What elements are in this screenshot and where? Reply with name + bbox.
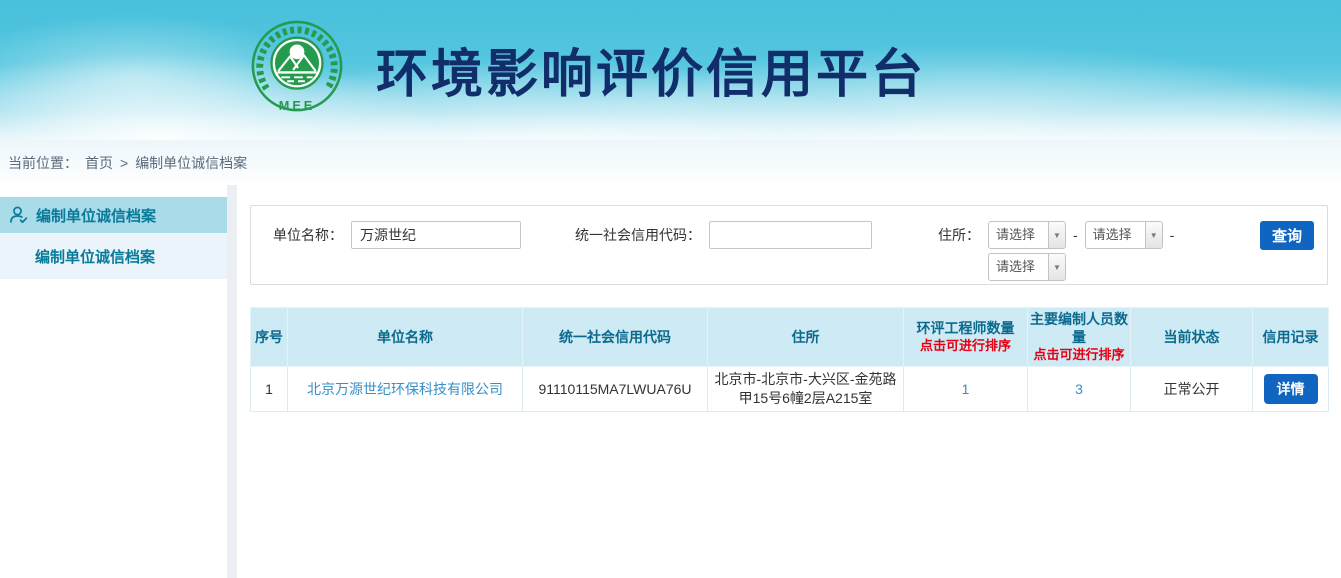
col-header-staff-count[interactable]: 主要编制人员数量 点击可进行排序 xyxy=(1028,308,1131,367)
cell-engineer-count: 1 xyxy=(904,367,1028,412)
page: MEE 环境影响评价信用平台 当前位置： 首页 > 编制单位诚信档案 编制单位诚… xyxy=(0,0,1341,578)
district-select[interactable]: 请选择 ▼ xyxy=(988,253,1066,281)
breadcrumb: 当前位置： 首页 > 编制单位诚信档案 xyxy=(0,140,1341,185)
sidebar-subitem-label: 编制单位诚信档案 xyxy=(35,246,155,267)
address-select-group: 请选择 ▼ - 请选择 ▼ - 请选择 xyxy=(988,221,1181,281)
col-header-index: 序号 xyxy=(251,308,288,367)
search-button[interactable]: 查询 xyxy=(1260,221,1314,250)
cell-index: 1 xyxy=(251,367,288,412)
breadcrumb-current: 编制单位诚信档案 xyxy=(135,153,247,173)
breadcrumb-separator-icon: > xyxy=(120,155,128,171)
site-header: MEE 环境影响评价信用平台 xyxy=(0,0,1341,140)
cell-credit-record: 详情 xyxy=(1253,367,1329,412)
sidebar: 编制单位诚信档案 编制单位诚信档案 xyxy=(0,185,227,578)
chevron-down-icon[interactable]: ▼ xyxy=(1145,222,1162,248)
city-select-value: 请选择 xyxy=(1086,222,1145,248)
cell-status: 正常公开 xyxy=(1131,367,1253,412)
sort-hint: 点击可进行排序 xyxy=(1030,347,1128,364)
sidebar-divider xyxy=(227,185,237,578)
breadcrumb-home-link[interactable]: 首页 xyxy=(85,153,113,173)
district-select-value: 请选择 xyxy=(989,254,1048,280)
col-header-status: 当前状态 xyxy=(1131,308,1253,367)
company-link[interactable]: 北京万源世纪环保科技有限公司 xyxy=(307,381,503,397)
mee-logo-text: MEE xyxy=(279,98,315,113)
breadcrumb-prefix: 当前位置： xyxy=(8,153,78,173)
cell-staff-count: 3 xyxy=(1028,367,1131,412)
col-header-company: 单位名称 xyxy=(288,308,523,367)
main-content: 单位名称： 统一社会信用代码： 住所： 请选择 ▼ xyxy=(237,185,1341,578)
detail-button[interactable]: 详情 xyxy=(1264,374,1318,404)
address-separator: - xyxy=(1170,221,1175,249)
col-header-engineer-count[interactable]: 环评工程师数量 点击可进行排序 xyxy=(904,308,1028,367)
results-table: 序号 单位名称 统一社会信用代码 住所 环评工程师数量 点击可进行排序 主要编制… xyxy=(250,307,1329,412)
engineer-count-link[interactable]: 1 xyxy=(962,381,970,397)
sort-hint: 点击可进行排序 xyxy=(906,338,1025,355)
sidebar-item-label: 编制单位诚信档案 xyxy=(36,205,156,226)
credit-code-input[interactable] xyxy=(709,221,872,249)
col-header-credit-code: 统一社会信用代码 xyxy=(523,308,708,367)
col-header-staff-count-label: 主要编制人员数量 xyxy=(1030,311,1128,345)
user-check-icon xyxy=(8,205,29,226)
chevron-down-icon[interactable]: ▼ xyxy=(1048,222,1065,248)
province-select-value: 请选择 xyxy=(989,222,1048,248)
col-header-credit-record: 信用记录 xyxy=(1253,308,1329,367)
page-title: 环境影响评价信用平台 xyxy=(376,32,926,107)
address-separator: - xyxy=(1073,221,1078,249)
sidebar-item-unit-credit-archive[interactable]: 编制单位诚信档案 xyxy=(0,197,227,233)
chevron-down-icon[interactable]: ▼ xyxy=(1048,254,1065,280)
table-row: 1 北京万源世纪环保科技有限公司 91110115MA7LWUA76U 北京市-… xyxy=(251,367,1329,412)
city-select[interactable]: 请选择 ▼ xyxy=(1085,221,1163,249)
cell-credit-code: 91110115MA7LWUA76U xyxy=(523,367,708,412)
col-header-engineer-count-label: 环评工程师数量 xyxy=(917,320,1015,336)
unit-name-label: 单位名称： xyxy=(273,221,343,249)
col-header-address: 住所 xyxy=(708,308,904,367)
unit-name-input[interactable] xyxy=(351,221,521,249)
search-panel: 单位名称： 统一社会信用代码： 住所： 请选择 ▼ xyxy=(250,205,1328,285)
table-header-row: 序号 单位名称 统一社会信用代码 住所 环评工程师数量 点击可进行排序 主要编制… xyxy=(251,308,1329,367)
credit-code-label: 统一社会信用代码： xyxy=(575,221,701,249)
sidebar-subitem-unit-credit-archive[interactable]: 编制单位诚信档案 xyxy=(0,233,227,279)
staff-count-link[interactable]: 3 xyxy=(1075,381,1083,397)
cell-address: 北京市-北京市-大兴区-金苑路甲15号6幢2层A215室 xyxy=(708,367,904,412)
cell-company: 北京万源世纪环保科技有限公司 xyxy=(288,367,523,412)
mee-logo: MEE xyxy=(248,20,346,118)
address-label: 住所： xyxy=(938,221,980,281)
province-select[interactable]: 请选择 ▼ xyxy=(988,221,1066,249)
